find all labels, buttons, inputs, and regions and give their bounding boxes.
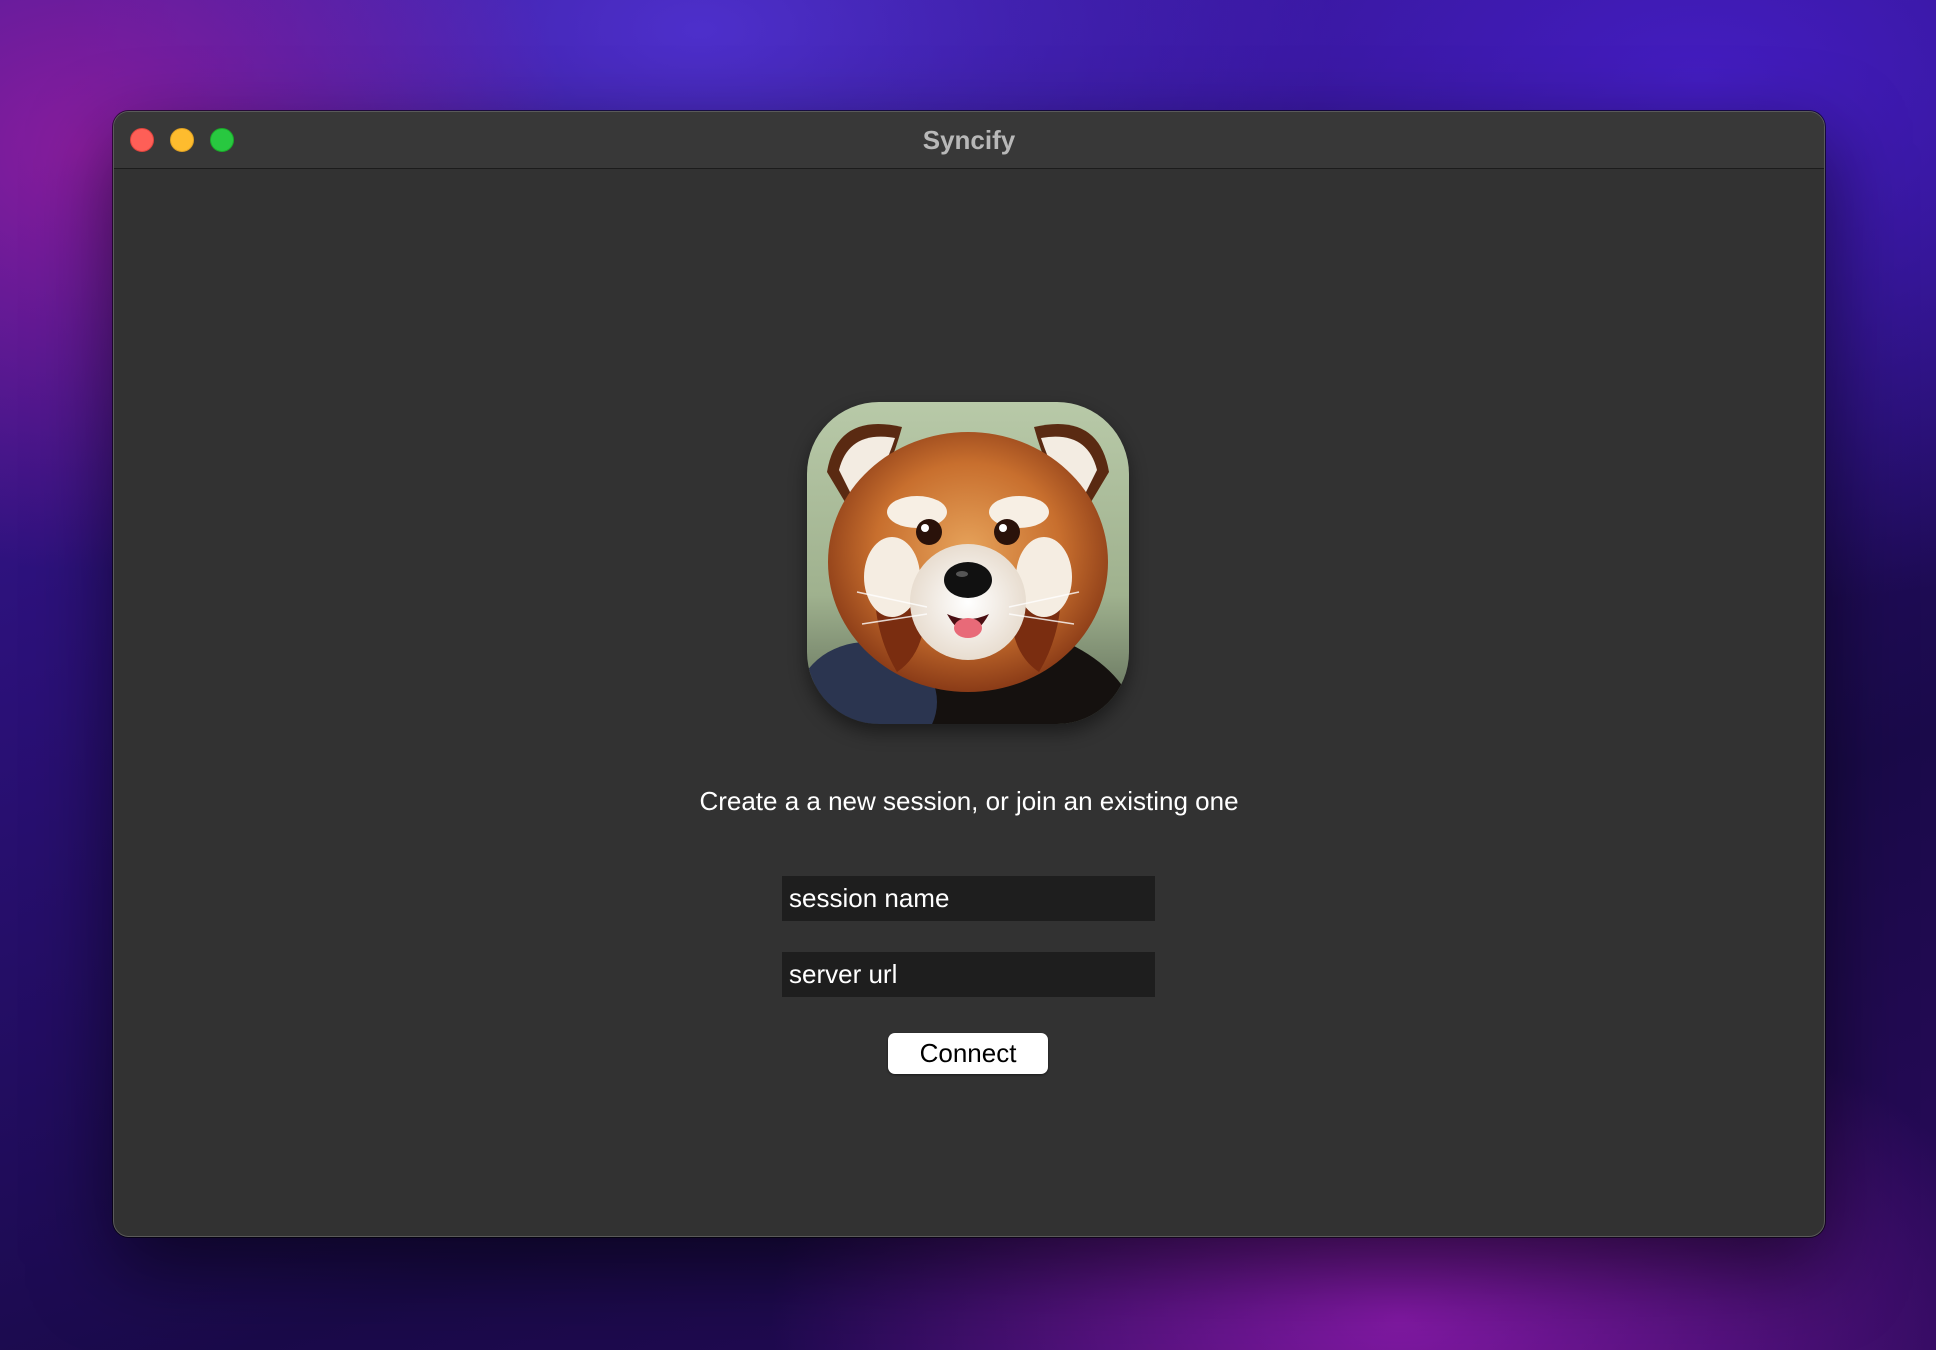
- server-url-input[interactable]: [782, 952, 1155, 997]
- app-window: Syncify Create a a new session, or join …: [113, 111, 1825, 1237]
- connect-button[interactable]: Connect: [888, 1033, 1048, 1074]
- window-title: Syncify: [922, 125, 1016, 155]
- session-name-input[interactable]: [782, 876, 1155, 921]
- red-panda-icon: [807, 402, 1129, 724]
- main-content: Create a a new session, or join an exist…: [114, 169, 1824, 1236]
- session-prompt: Create a a new session, or join an exist…: [699, 786, 1239, 816]
- title-bar[interactable]: Syncify: [114, 112, 1824, 169]
